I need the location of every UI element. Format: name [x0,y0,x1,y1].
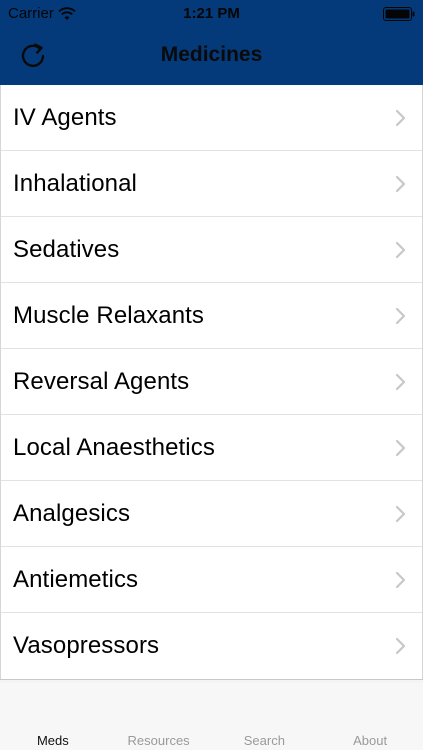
tab-label: Resources [127,733,190,748]
list-item-antiemetics[interactable]: Antiemetics [1,547,422,613]
list-item-label: Sedatives [13,235,120,263]
list-item-analgesics[interactable]: Analgesics [1,481,422,547]
list-item-label: Inhalational [13,169,137,197]
tab-meds[interactable]: Meds [0,683,106,750]
tab-search[interactable]: Search [212,683,318,750]
medicine-category-list: IV Agents Inhalational Sedatives Muscle … [0,85,423,679]
chevron-right-icon [395,175,406,193]
list-item-inhalational[interactable]: Inhalational [1,151,422,217]
list-item-local-anaesthetics[interactable]: Local Anaesthetics [1,415,422,481]
list-item-iv-agents[interactable]: IV Agents [1,85,422,151]
tab-resources[interactable]: Resources [106,683,212,750]
chevron-right-icon [395,571,406,589]
list-item-label: Antiemetics [13,565,139,593]
header: Carrier 1:21 PM Medicines [0,0,423,85]
list-item-reversal-agents[interactable]: Reversal Agents [1,349,422,415]
list-item-label: Local Anaesthetics [13,433,215,461]
chevron-right-icon [395,307,406,325]
status-bar: Carrier 1:21 PM [0,0,423,29]
nav-bar: Medicines [0,29,423,85]
list-item-label: Analgesics [13,499,131,527]
battery-icon [383,7,415,21]
tab-label: Search [243,733,285,748]
list-item-label: IV Agents [13,103,117,131]
tab-label: Meds [36,733,69,748]
chevron-right-icon [395,373,406,391]
list-item-label: Muscle Relaxants [13,301,205,329]
chevron-right-icon [395,637,406,655]
chevron-right-icon [395,241,406,259]
tab-about[interactable]: About [317,683,423,750]
status-time: 1:21 PM [183,5,240,22]
chevron-right-icon [395,439,406,457]
tab-bar: Meds Resources Search About [0,683,423,750]
list-item-sedatives[interactable]: Sedatives [1,217,422,283]
page-title: Medicines [160,43,263,66]
list-item-label: Reversal Agents [13,367,190,395]
list-item-muscle-relaxants[interactable]: Muscle Relaxants [1,283,422,349]
list-item-vasopressors[interactable]: Vasopressors [1,613,422,679]
chevron-right-icon [395,109,406,127]
list-item-label: Vasopressors [13,632,160,659]
chevron-right-icon [395,505,406,523]
screen: Carrier 1:21 PM Medicines IV Agents Inha… [0,0,423,750]
tab-label: About [353,733,388,748]
